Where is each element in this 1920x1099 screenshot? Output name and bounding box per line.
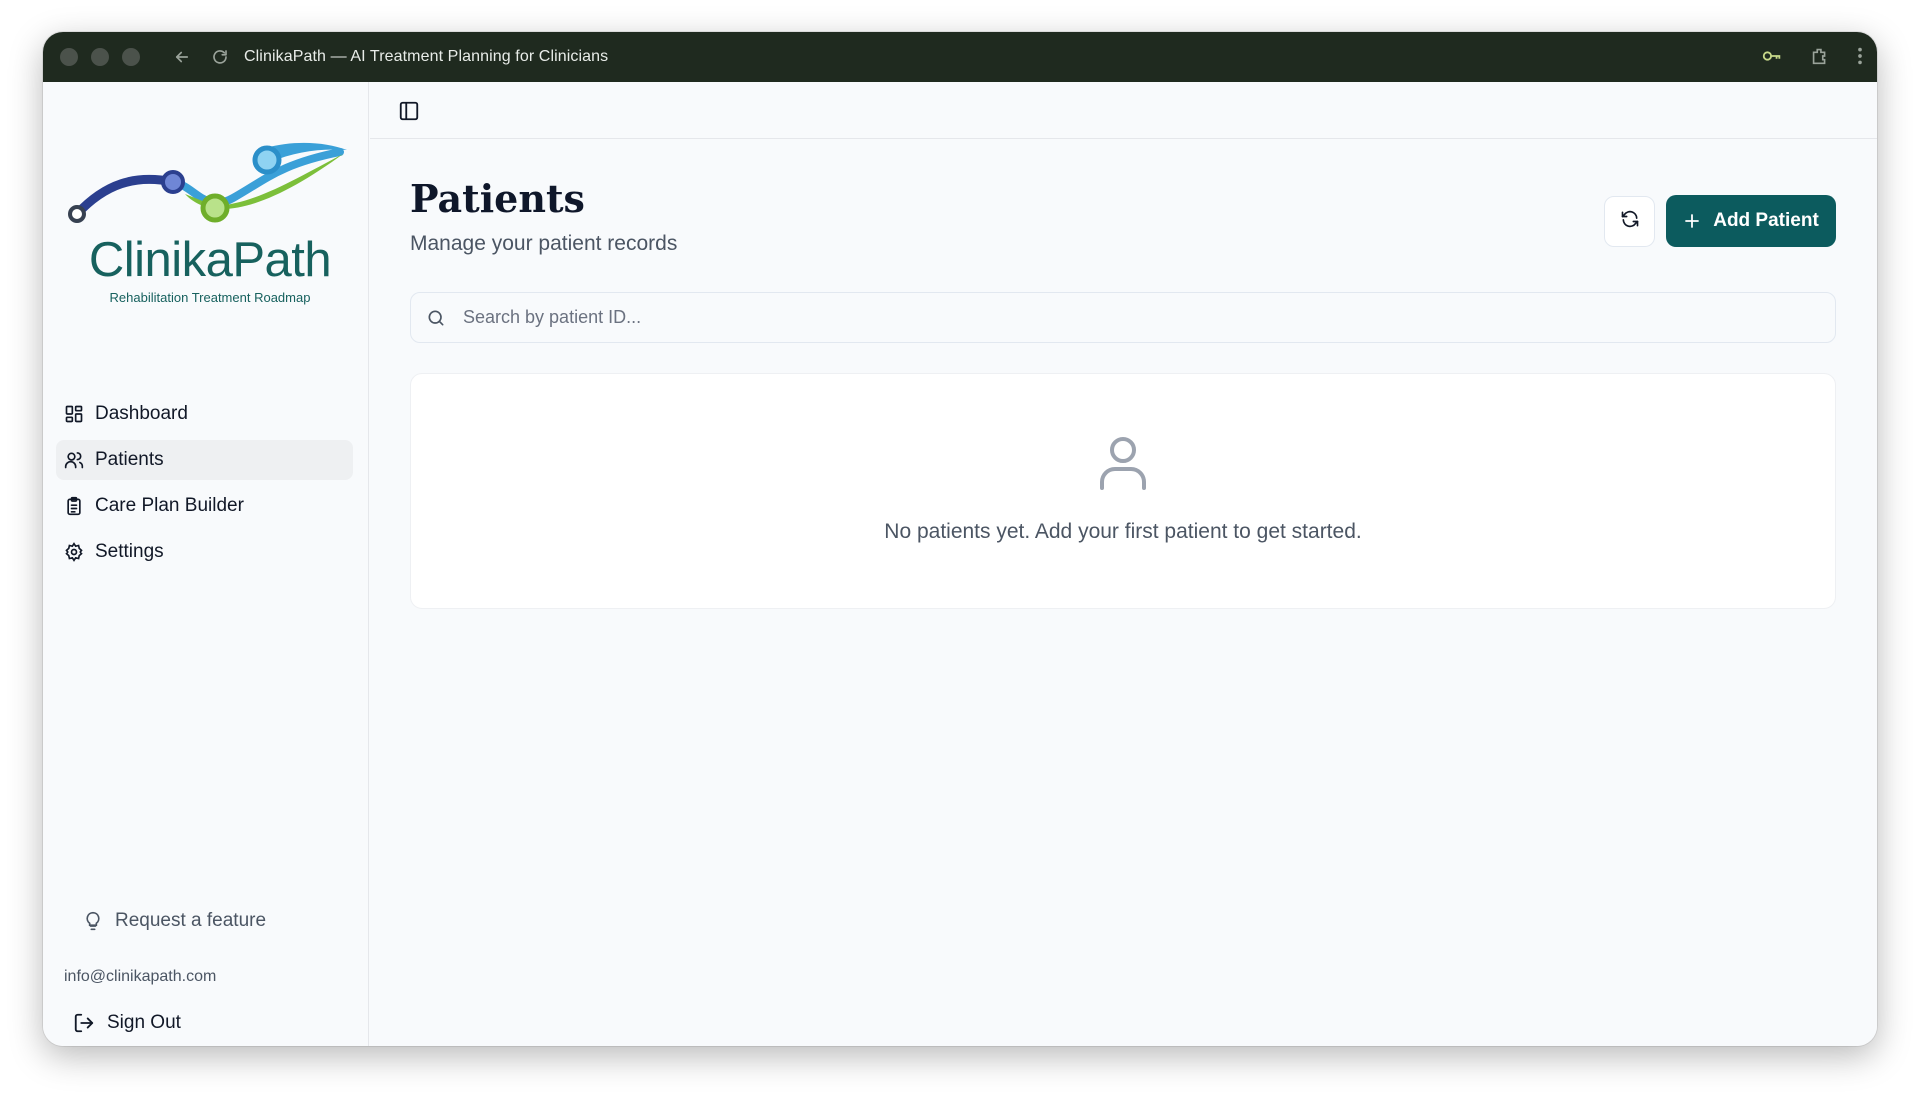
empty-state-message: No patients yet. Add your first patient … (884, 520, 1362, 543)
gear-icon (64, 542, 84, 562)
request-feature-link[interactable]: Request a feature (83, 910, 266, 932)
refresh-icon (1620, 209, 1640, 234)
sidebar-item-care-plan-builder[interactable]: Care Plan Builder (56, 486, 353, 526)
plus-icon (1683, 212, 1701, 230)
logo-mark-icon (68, 142, 347, 223)
page-subtitle: Manage your patient records (410, 232, 678, 255)
lightbulb-icon (83, 911, 103, 931)
sidebar-item-settings[interactable]: Settings (56, 532, 353, 572)
empty-state-card: No patients yet. Add your first patient … (410, 373, 1836, 609)
search-bar (410, 292, 1836, 343)
main-topbar (370, 82, 1877, 139)
sidebar-item-patients[interactable]: Patients (56, 440, 353, 480)
reload-icon[interactable] (208, 45, 232, 69)
browser-window: ClinikaPath — AI Treatment Planning for … (43, 32, 1877, 1046)
back-icon[interactable] (170, 45, 194, 69)
add-patient-button[interactable]: Add Patient (1666, 195, 1836, 247)
key-icon[interactable] (1761, 45, 1783, 72)
dashboard-icon (64, 404, 84, 424)
sidebar-toggle-icon[interactable] (398, 100, 420, 122)
sidebar-item-label: Settings (95, 541, 164, 562)
sign-out-icon (73, 1012, 95, 1034)
browser-titlebar: ClinikaPath — AI Treatment Planning for … (43, 32, 1877, 82)
maximize-window-button[interactable] (122, 48, 140, 66)
refresh-button[interactable] (1604, 196, 1655, 247)
main-content: Patients Manage your patient records Add… (370, 82, 1877, 1046)
window-controls (60, 48, 140, 66)
sidebar-item-label: Care Plan Builder (95, 495, 244, 516)
sidebar-nav: Dashboard Patients Care Plan Builder Set… (56, 394, 353, 578)
browser-toolbar-right (1761, 45, 1863, 72)
logo-tagline: Rehabilitation Treatment Roadmap (109, 290, 311, 305)
search-icon (426, 308, 446, 328)
logo-wordmark: ClinikaPath (88, 233, 332, 287)
user-icon (1098, 436, 1148, 490)
page-title: Patients (410, 176, 585, 221)
extensions-icon[interactable] (1809, 45, 1831, 72)
add-patient-label: Add Patient (1713, 210, 1819, 231)
sidebar-item-dashboard[interactable]: Dashboard (56, 394, 353, 434)
sign-out-button[interactable]: Sign Out (73, 1012, 181, 1034)
more-menu-icon[interactable] (1857, 45, 1863, 72)
clipboard-icon (64, 496, 84, 516)
browser-tab-title: ClinikaPath — AI Treatment Planning for … (244, 48, 609, 65)
clinikapath-logo[interactable]: ClinikaPath Rehabilitation Treatment Roa… (65, 134, 355, 308)
sign-out-label: Sign Out (107, 1012, 181, 1033)
sidebar-item-label: Dashboard (95, 403, 188, 424)
close-window-button[interactable] (60, 48, 78, 66)
request-feature-label: Request a feature (115, 910, 267, 931)
users-icon (64, 450, 84, 470)
user-email: info@clinikapath.com (64, 968, 217, 985)
sidebar: ClinikaPath Rehabilitation Treatment Roa… (43, 82, 369, 1046)
search-input[interactable] (463, 307, 1363, 328)
sidebar-item-label: Patients (95, 449, 164, 470)
minimize-window-button[interactable] (91, 48, 109, 66)
